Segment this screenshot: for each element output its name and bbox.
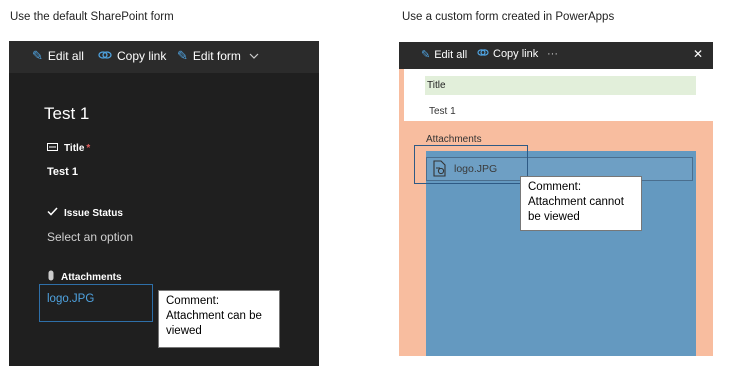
sharepoint-toolbar: ✎ Edit all Copy link ✎ Edit form bbox=[9, 41, 319, 73]
link-icon bbox=[98, 48, 112, 63]
title-value[interactable]: Test 1 bbox=[429, 106, 456, 117]
close-icon[interactable]: ✕ bbox=[693, 47, 703, 61]
copy-link-button[interactable]: Copy link bbox=[98, 48, 166, 63]
attachment-file-name[interactable]: logo.JPG bbox=[454, 163, 497, 175]
required-marker: * bbox=[86, 143, 91, 154]
edit-all-button[interactable]: ✎ Edit all bbox=[421, 48, 468, 62]
attachments-label: Attachments bbox=[426, 134, 482, 145]
item-title: Test 1 bbox=[44, 104, 90, 123]
title-label: Title bbox=[425, 76, 696, 95]
right-comment-box: Comment: Attachment cannot be viewed bbox=[520, 176, 642, 231]
text-field-icon bbox=[47, 143, 58, 154]
left-comment-box: Comment: Attachment can be viewed bbox=[158, 290, 280, 348]
edit-all-label: Edit all bbox=[47, 49, 84, 63]
right-caption: Use a custom form created in PowerApps bbox=[402, 11, 615, 23]
edit-icon: ✎ bbox=[177, 48, 188, 63]
edit-all-label: Edit all bbox=[434, 48, 468, 61]
attachments-label: Attachments bbox=[61, 271, 122, 283]
left-caption: Use the default SharePoint form bbox=[10, 11, 174, 23]
edit-icon: ✎ bbox=[421, 49, 431, 61]
copy-link-label: Copy link bbox=[117, 48, 167, 63]
copy-link-button[interactable]: Copy link bbox=[477, 48, 538, 60]
edit-icon: ✎ bbox=[32, 48, 43, 63]
link-icon bbox=[477, 48, 489, 60]
issue-status-label: Issue Status bbox=[64, 207, 123, 219]
check-icon bbox=[47, 207, 58, 219]
title-label: Title bbox=[64, 143, 85, 154]
title-field-label: Title * bbox=[47, 143, 90, 154]
attachments-field-label: Attachments bbox=[47, 270, 122, 284]
issue-status-select[interactable]: Select an option bbox=[47, 230, 133, 244]
copy-link-label: Copy link bbox=[493, 48, 539, 60]
powerapps-toolbar: ✎ Edit all Copy link ··· ✕ bbox=[399, 42, 713, 69]
issue-status-field-label: Issue Status bbox=[47, 207, 123, 219]
attachment-link[interactable]: logo.JPG bbox=[47, 293, 94, 305]
edit-form-button[interactable]: ✎ Edit form bbox=[177, 48, 259, 64]
edit-all-button[interactable]: ✎ Edit all bbox=[32, 48, 84, 64]
title-value[interactable]: Test 1 bbox=[47, 166, 78, 178]
file-icon bbox=[432, 160, 447, 182]
edit-form-label: Edit form bbox=[192, 49, 241, 63]
paperclip-icon bbox=[47, 270, 55, 284]
chevron-down-icon bbox=[249, 51, 259, 61]
more-icon[interactable]: ··· bbox=[547, 48, 558, 60]
